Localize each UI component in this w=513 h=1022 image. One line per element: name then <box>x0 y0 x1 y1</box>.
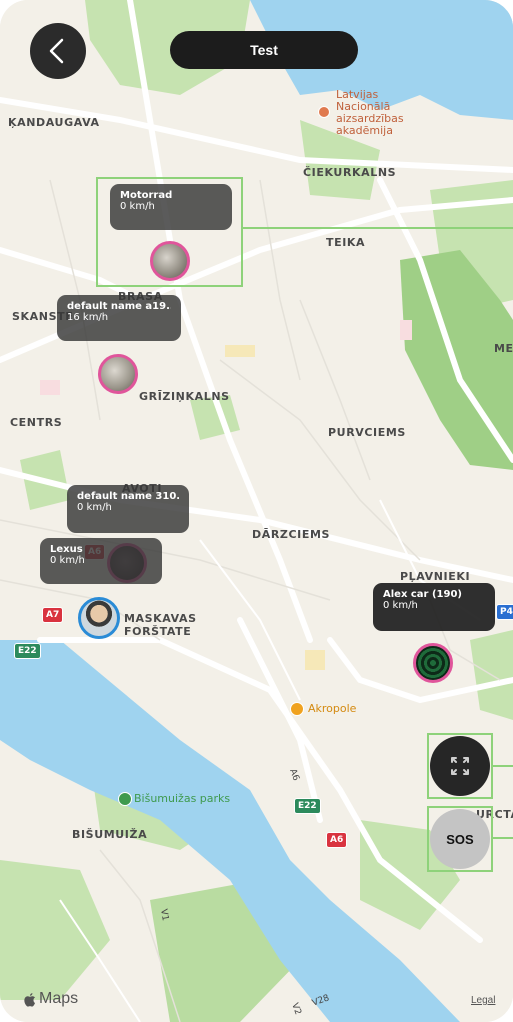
road-shield: A7 <box>42 607 64 623</box>
district-label: PĻAVNIEKI <box>400 570 471 583</box>
vehicle-callout[interactable]: Alex car (190) 0 km/h <box>373 583 495 631</box>
vehicle-speed: 0 km/h <box>383 600 418 611</box>
highlight-connector <box>493 837 513 839</box>
poi-name: Bišumuižas parks <box>134 792 231 805</box>
title-pill: Test <box>170 31 358 69</box>
sos-label: SOS <box>446 831 474 847</box>
poi-marker-icon <box>318 106 330 118</box>
legal-link[interactable]: Legal <box>471 995 495 1006</box>
fullscreen-button[interactable] <box>430 736 490 796</box>
shopping-icon <box>290 702 304 716</box>
road-shield: E22 <box>294 798 321 814</box>
vehicle-speed: 0 km/h <box>77 502 112 513</box>
poi-name: Akropole <box>308 702 357 715</box>
district-label: MASKAVAS <box>124 612 197 625</box>
road-shield: E22 <box>14 643 41 659</box>
district-label: GRĪZIŅKALNS <box>139 390 230 403</box>
district-label: CENTRS <box>10 416 63 429</box>
vehicle-name: Alex car (190) <box>383 589 462 600</box>
vehicle-name: Lexus <box>50 544 83 555</box>
vehicle-callout[interactable]: Motorrad 0 km/h <box>110 184 232 230</box>
map-app: ĶANDAUGAVA ČIEKURKALNS TEIKA BRASA SKANS… <box>0 0 513 1022</box>
poi-name-line: akadēmija <box>336 124 393 137</box>
vehicle-speed: 0 km/h <box>120 201 155 212</box>
vehicle-name: default name a19... <box>67 301 171 312</box>
vehicle-callout[interactable]: Lexus 0 km/h <box>40 538 162 584</box>
building-area <box>305 650 325 670</box>
maps-logo-text: Maps <box>39 990 79 1007</box>
vehicle-speed: 16 km/h <box>67 312 109 323</box>
road-shield: P4 <box>496 604 513 620</box>
building-area <box>40 380 60 395</box>
vehicle-speed: 0 km/h <box>50 555 85 566</box>
vehicle-avatar[interactable] <box>98 354 138 394</box>
building-area <box>400 320 412 340</box>
building-area <box>225 345 255 357</box>
back-button[interactable] <box>30 23 86 79</box>
district-label: TEIKA <box>326 236 366 249</box>
vehicle-callout[interactable]: default name 310... 0 km/h <box>67 485 189 533</box>
apple-maps-logo: Maps <box>24 990 78 1008</box>
district-label: BIŠUMUIŽA <box>72 828 148 841</box>
vehicle-name: Motorrad <box>120 190 173 201</box>
vehicle-callout[interactable]: default name a19... 16 km/h <box>57 295 181 341</box>
sos-button[interactable]: SOS <box>430 809 490 869</box>
highlight-connector <box>493 765 513 767</box>
user-avatar[interactable] <box>78 597 120 639</box>
vehicle-avatar[interactable] <box>413 643 453 683</box>
apple-logo-icon <box>24 992 35 1007</box>
park-icon <box>118 792 132 806</box>
district-label: ME <box>494 342 513 355</box>
vehicle-name: default name 310... <box>77 491 179 502</box>
road-shield: A6 <box>326 832 348 848</box>
vehicle-avatar[interactable] <box>150 241 190 281</box>
highlight-connector <box>243 227 513 229</box>
district-label: ĶANDAUGAVA <box>8 116 100 129</box>
district-label: DĀRZCIEMS <box>252 528 331 541</box>
district-label: ČIEKURKALNS <box>303 166 397 179</box>
chevron-left-icon <box>49 38 64 64</box>
district-label: PURVCIEMS <box>328 426 406 439</box>
expand-icon <box>451 757 469 775</box>
district-label: FORŠTATE <box>124 625 192 638</box>
road-label: V1 <box>157 908 170 922</box>
page-title: Test <box>250 42 278 58</box>
